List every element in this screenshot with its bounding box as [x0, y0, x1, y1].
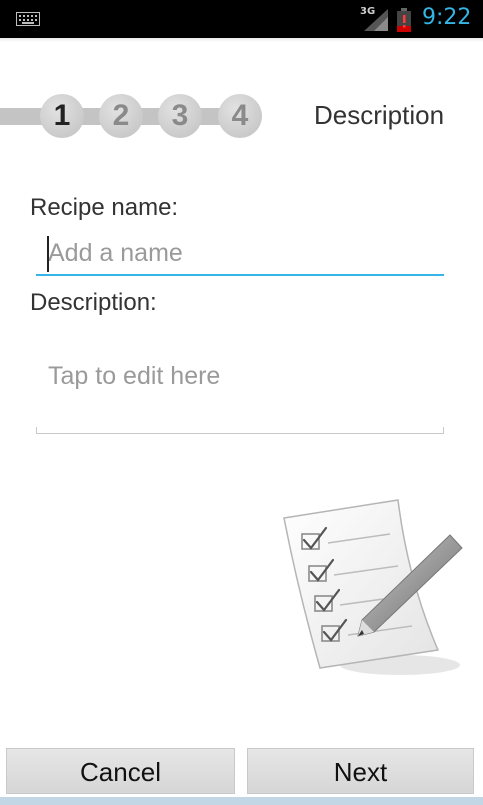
signal-icon: [364, 9, 388, 31]
keyboard-icon: [16, 12, 40, 26]
bottom-edge: [0, 797, 483, 805]
status-bar-shadow: [0, 38, 483, 42]
step-2: 2: [99, 94, 143, 138]
checklist-pencil-icon: [283, 499, 463, 675]
description-input[interactable]: [36, 340, 444, 434]
description-field-edge-left: [36, 427, 37, 434]
text-cursor: [47, 236, 49, 272]
battery-icon: [397, 8, 411, 32]
clock: 9:22: [422, 5, 472, 30]
step-3: 3: [158, 94, 202, 138]
description-field-edge-right: [443, 427, 444, 434]
description-label: Description:: [30, 289, 157, 316]
next-button[interactable]: Next: [247, 748, 474, 794]
status-bar: 3G 9:22: [0, 0, 483, 38]
step-4: 4: [218, 94, 262, 138]
cancel-button[interactable]: Cancel: [6, 748, 235, 794]
step-title: Description: [314, 100, 445, 130]
step-1: 1: [40, 94, 84, 138]
recipe-name-input[interactable]: [36, 232, 444, 276]
recipe-name-label: Recipe name:: [30, 194, 179, 221]
